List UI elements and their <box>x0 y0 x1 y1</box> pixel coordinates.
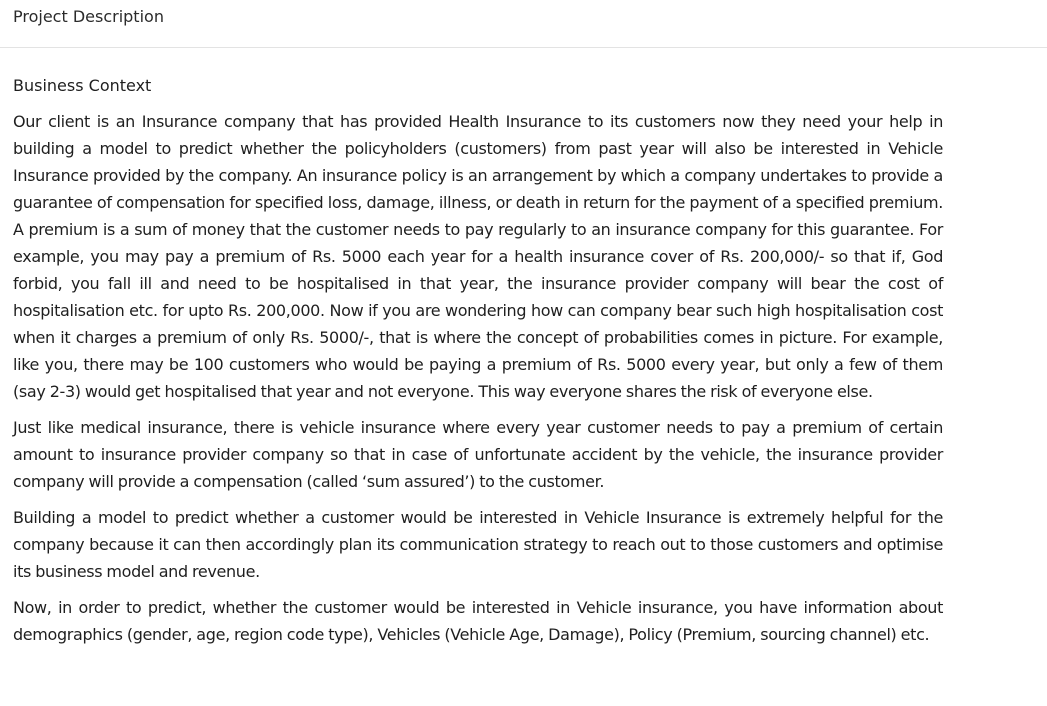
paragraph: Our client is an Insurance company that … <box>13 112 943 401</box>
paragraph: Now, in order to predict, whether the cu… <box>13 598 943 644</box>
project-description-body: Business Context Our client is an Insura… <box>0 48 943 648</box>
paragraph: Just like medical insurance, there is ve… <box>13 418 943 491</box>
paragraph: Building a model to predict whether a cu… <box>13 508 943 581</box>
panel-title: Project Description <box>13 7 164 26</box>
section-heading: Business Context <box>13 76 152 95</box>
panel-header: Project Description <box>0 0 1047 48</box>
